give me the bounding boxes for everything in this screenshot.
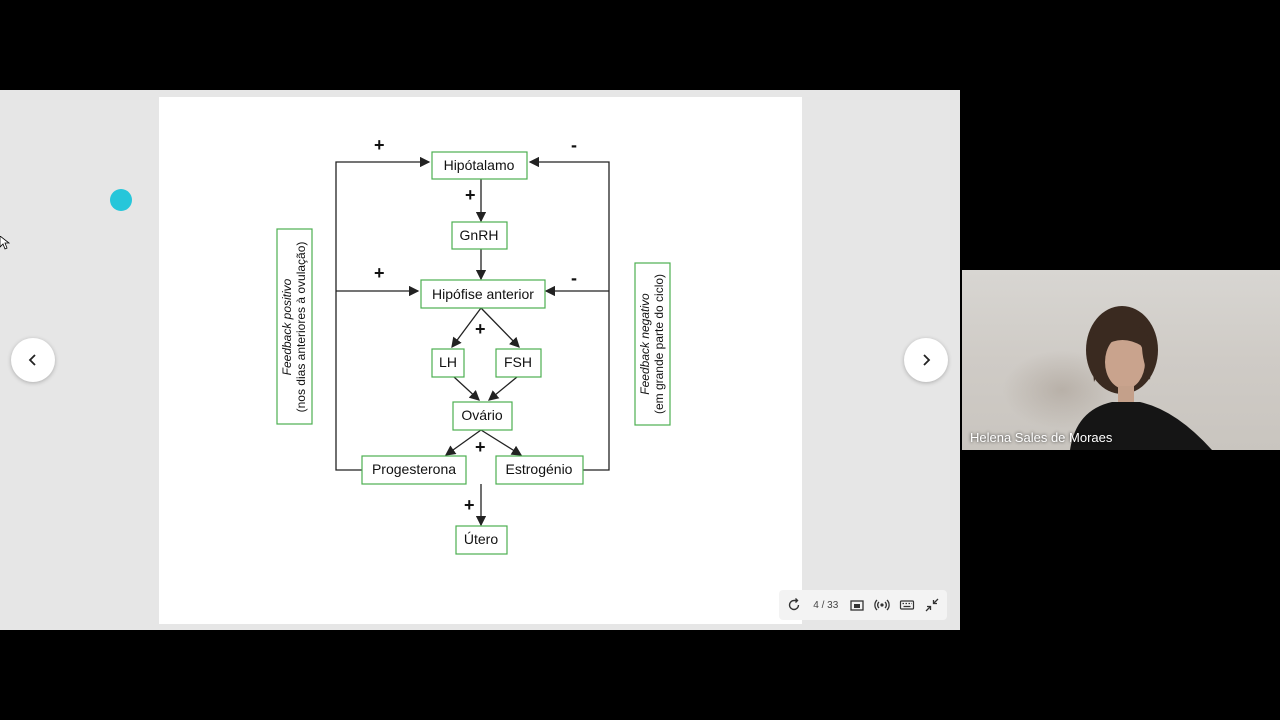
svg-text:Estrogénio: Estrogénio [506,461,573,477]
previous-slide-button[interactable] [11,338,55,382]
svg-text:(em grande parte do ciclo): (em grande parte do ciclo) [652,274,666,414]
plus-sign-hipofise-left: + [374,263,385,283]
chevron-right-icon [923,354,931,366]
svg-text:Útero: Útero [464,531,498,547]
participant-name: Helena Sales de Moraes [970,430,1113,445]
plus-sign-gnrh: + [465,185,476,205]
broadcast-button[interactable] [873,595,892,615]
svg-text:(nos dias anteriores à ovulaçã: (nos dias anteriores à ovulação) [294,242,308,413]
refresh-button[interactable] [785,595,804,615]
svg-text:Hipófise anterior: Hipófise anterior [432,286,534,302]
page-indicator: 4 / 33 [813,599,839,611]
laser-pointer [110,189,132,211]
minimize-button[interactable] [922,595,941,615]
refresh-icon [789,598,800,611]
broadcast-icon [874,599,890,611]
page-view-button[interactable] [848,595,867,615]
plus-sign-utero: + [464,495,475,515]
minimize-icon [925,598,939,612]
slide: + - + + - + + + Hipótalamo GnRH Hipófise… [159,97,802,624]
box-progesterona: Progesterona [361,455,467,485]
feedback-negative-label: Feedback negativo (em grande parte do ci… [634,262,671,426]
presentation-toolbar: 4 / 33 [779,590,947,620]
box-utero: Útero [455,525,508,555]
svg-text:FSH: FSH [504,354,532,370]
svg-text:Feedback positivo: Feedback positivo [280,278,294,375]
participant-avatar [1070,306,1212,450]
minus-sign-hipofise-right: - [571,268,577,288]
svg-text:GnRH: GnRH [460,227,499,243]
keyboard-button[interactable] [897,595,916,615]
feedback-positive-label: Feedback positivo (nos dias anteriores à… [276,228,313,425]
svg-text:LH: LH [439,354,457,370]
svg-text:Feedback negativo: Feedback negativo [638,293,652,395]
box-hipotalamo: Hipótalamo [431,151,528,180]
keyboard-icon [899,600,914,610]
svg-text:Progesterona: Progesterona [372,461,456,477]
presentation-stage: + - + + - + + + Hipótalamo GnRH Hipófise… [0,90,960,630]
hormone-feedback-diagram: + - + + - + + + Hipótalamo GnRH Hipófise… [276,135,671,555]
box-ovario: Ovário [452,401,513,431]
chevron-left-icon [28,354,36,366]
mouse-cursor-icon [0,236,10,250]
svg-text:Ovário: Ovário [461,407,502,423]
box-estrogenio: Estrogénio [495,455,584,485]
next-slide-button[interactable] [904,338,948,382]
participant-video-tile[interactable]: Helena Sales de Moraes [962,270,1280,450]
box-lh: LH [431,348,465,378]
plus-sign-lh-fsh: + [475,319,486,339]
page-view-icon [850,600,864,611]
minus-sign-hipotalamo-right: - [571,135,577,155]
plus-sign-steroids: + [475,437,486,457]
box-hipofise-anterior: Hipófise anterior [420,279,546,309]
box-fsh: FSH [495,348,542,378]
plus-sign-hipotalamo-left: + [374,135,385,155]
box-gnrh: GnRH [451,221,508,250]
svg-text:Hipótalamo: Hipótalamo [444,157,515,173]
